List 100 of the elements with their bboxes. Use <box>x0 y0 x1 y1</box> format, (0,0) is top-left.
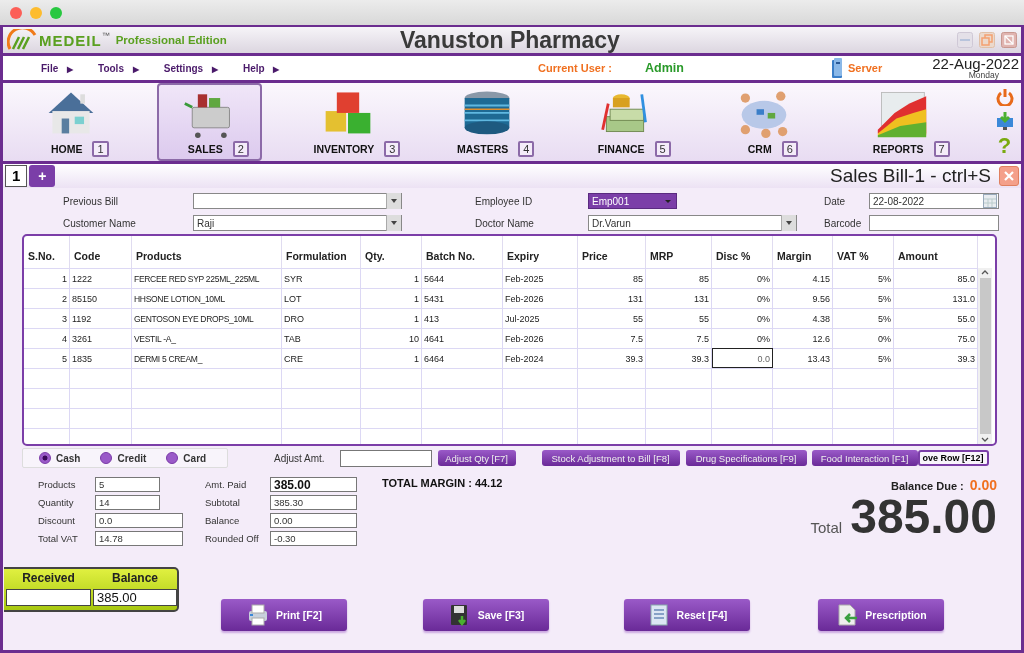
module-tab[interactable]: REPORTS 7 <box>849 83 955 161</box>
column-header[interactable]: Code <box>70 236 132 268</box>
radio-button[interactable] <box>166 452 179 464</box>
action-button[interactable]: Food Interaction [F1] <box>811 450 918 466</box>
table-cell <box>361 408 422 428</box>
combo-box[interactable]: Dr.Varun <box>588 215 797 231</box>
column-header[interactable]: Products <box>132 236 282 268</box>
field-label: Adjust Amt. <box>274 452 325 464</box>
scroll-thumb[interactable] <box>979 278 991 434</box>
close-button[interactable] <box>999 166 1019 186</box>
table-cell: 5% <box>833 288 894 308</box>
column-header[interactable]: Price <box>578 236 646 268</box>
table-cell: 1 <box>361 308 422 328</box>
column-header[interactable]: Margin <box>773 236 833 268</box>
radio-label[interactable]: Cash <box>56 452 81 464</box>
table-cell: 55 <box>578 308 646 328</box>
total-margin: TOTAL MARGIN : 44.12 <box>382 477 503 491</box>
column-header[interactable]: S.No. <box>24 236 70 268</box>
module-tab[interactable]: FINANCE 5 <box>572 83 678 161</box>
menu-item[interactable]: File ▶ <box>41 62 73 74</box>
table-cell: VESTIL -A_ <box>132 328 282 348</box>
radio-label[interactable]: Credit <box>117 452 147 464</box>
table-cell: 6464 <box>422 348 503 368</box>
table-cell: DERMI 5 CREAM_ <box>132 348 282 368</box>
radio-button[interactable] <box>39 452 51 464</box>
column-header[interactable]: Expiry <box>503 236 578 268</box>
table-cell: 5% <box>833 268 894 288</box>
module-tab[interactable]: SALES 2 <box>156 83 262 161</box>
power-icon[interactable] <box>995 88 1014 106</box>
column-header[interactable]: Batch No. <box>422 236 503 268</box>
table-cell <box>24 368 70 388</box>
action-button[interactable]: Adjust Qty [F7] <box>437 450 516 466</box>
text-field[interactable]: 0.00 <box>270 513 357 528</box>
menu-item[interactable]: Tools ▶ <box>98 62 139 74</box>
column-header[interactable]: Amount <box>894 236 978 268</box>
scrollbar[interactable] <box>978 268 992 444</box>
close-icon[interactable] <box>10 6 22 19</box>
text-field[interactable]: 385.00 <box>270 477 357 492</box>
module-label: INVENTORY <box>313 143 375 155</box>
field-label: Doctor Name <box>475 217 535 229</box>
combo-box[interactable]: Raji <box>193 215 402 231</box>
bottom-button[interactable]: Save [F3] <box>423 599 549 631</box>
column-header[interactable]: MRP <box>646 236 712 268</box>
close-icon[interactable] <box>1001 32 1017 48</box>
scroll-down-icon <box>980 436 990 444</box>
add-tab-button[interactable]: + <box>29 165 56 187</box>
module-tab[interactable]: MASTERS 4 <box>434 83 540 161</box>
column-header[interactable]: Qty. <box>361 236 422 268</box>
table-cell <box>361 368 422 388</box>
download-icon[interactable] <box>995 112 1014 130</box>
field-label: Quantity <box>38 497 75 508</box>
field-label: Amt. Paid <box>205 479 248 490</box>
radio-button[interactable] <box>100 452 113 464</box>
text-field[interactable]: 0.0 <box>95 513 183 528</box>
column-header[interactable]: VAT % <box>833 236 894 268</box>
combo-box[interactable] <box>193 193 402 209</box>
shortcut-key: 4 <box>518 141 535 157</box>
table-cell: 2 <box>24 288 70 308</box>
table-cell <box>361 428 422 444</box>
column-header[interactable]: Disc % <box>712 236 773 268</box>
table-cell: 39.3 <box>578 348 646 368</box>
table-cell <box>646 368 712 388</box>
module-tab[interactable]: INVENTORY 3 <box>295 83 401 161</box>
balance-field[interactable]: 385.00 <box>93 589 177 606</box>
table-cell: 413 <box>422 308 503 328</box>
text-field[interactable]: 14.78 <box>95 531 183 546</box>
calendar-icon <box>983 194 997 208</box>
action-button[interactable]: Stock Adjustment to Bill [F8] <box>541 450 680 466</box>
text-field[interactable]: 5 <box>95 477 160 492</box>
zoom-icon[interactable] <box>50 6 62 19</box>
table-cell: 1 <box>361 288 422 308</box>
date-field[interactable]: 22-08-2022 <box>869 193 999 209</box>
bottom-button[interactable]: Prescription <box>818 599 944 631</box>
received-field[interactable] <box>6 589 91 606</box>
table-cell: Feb-2026 <box>503 328 578 348</box>
bill-tab[interactable]: 1 <box>5 165 28 187</box>
table-cell: 5% <box>833 348 894 368</box>
menu-item[interactable]: Help ▶ <box>242 62 280 74</box>
table-cell: 0% <box>712 288 773 308</box>
text-field[interactable]: 385.30 <box>270 495 357 510</box>
table-cell: 5% <box>833 308 894 328</box>
text-field[interactable]: 14 <box>95 495 160 510</box>
table-cell: 1 <box>24 268 70 288</box>
cell-editor[interactable]: 0.0 <box>712 348 773 368</box>
module-tab[interactable]: HOME 1 <box>18 83 124 161</box>
text-field[interactable] <box>869 215 999 231</box>
bottom-button[interactable]: Reset [F4] <box>624 599 750 631</box>
server-label: Server <box>848 62 884 74</box>
text-field[interactable]: -0.30 <box>270 531 357 546</box>
remove-row-button[interactable]: ove Row [F12] <box>917 450 989 466</box>
module-tab[interactable]: CRM 6 <box>711 83 817 161</box>
text-field[interactable] <box>339 449 432 467</box>
menu-item[interactable]: Settings ▶ <box>163 62 218 74</box>
column-header[interactable]: Formulation <box>282 236 361 268</box>
action-button[interactable]: Drug Specifications [F9] <box>685 450 807 466</box>
table-cell: 4.38 <box>773 308 833 328</box>
radio-label[interactable]: Card <box>183 452 207 464</box>
bottom-button[interactable]: Print [F2] <box>221 599 347 631</box>
close-icon <box>1004 171 1014 181</box>
dropdown[interactable]: Emp001 <box>588 193 677 209</box>
